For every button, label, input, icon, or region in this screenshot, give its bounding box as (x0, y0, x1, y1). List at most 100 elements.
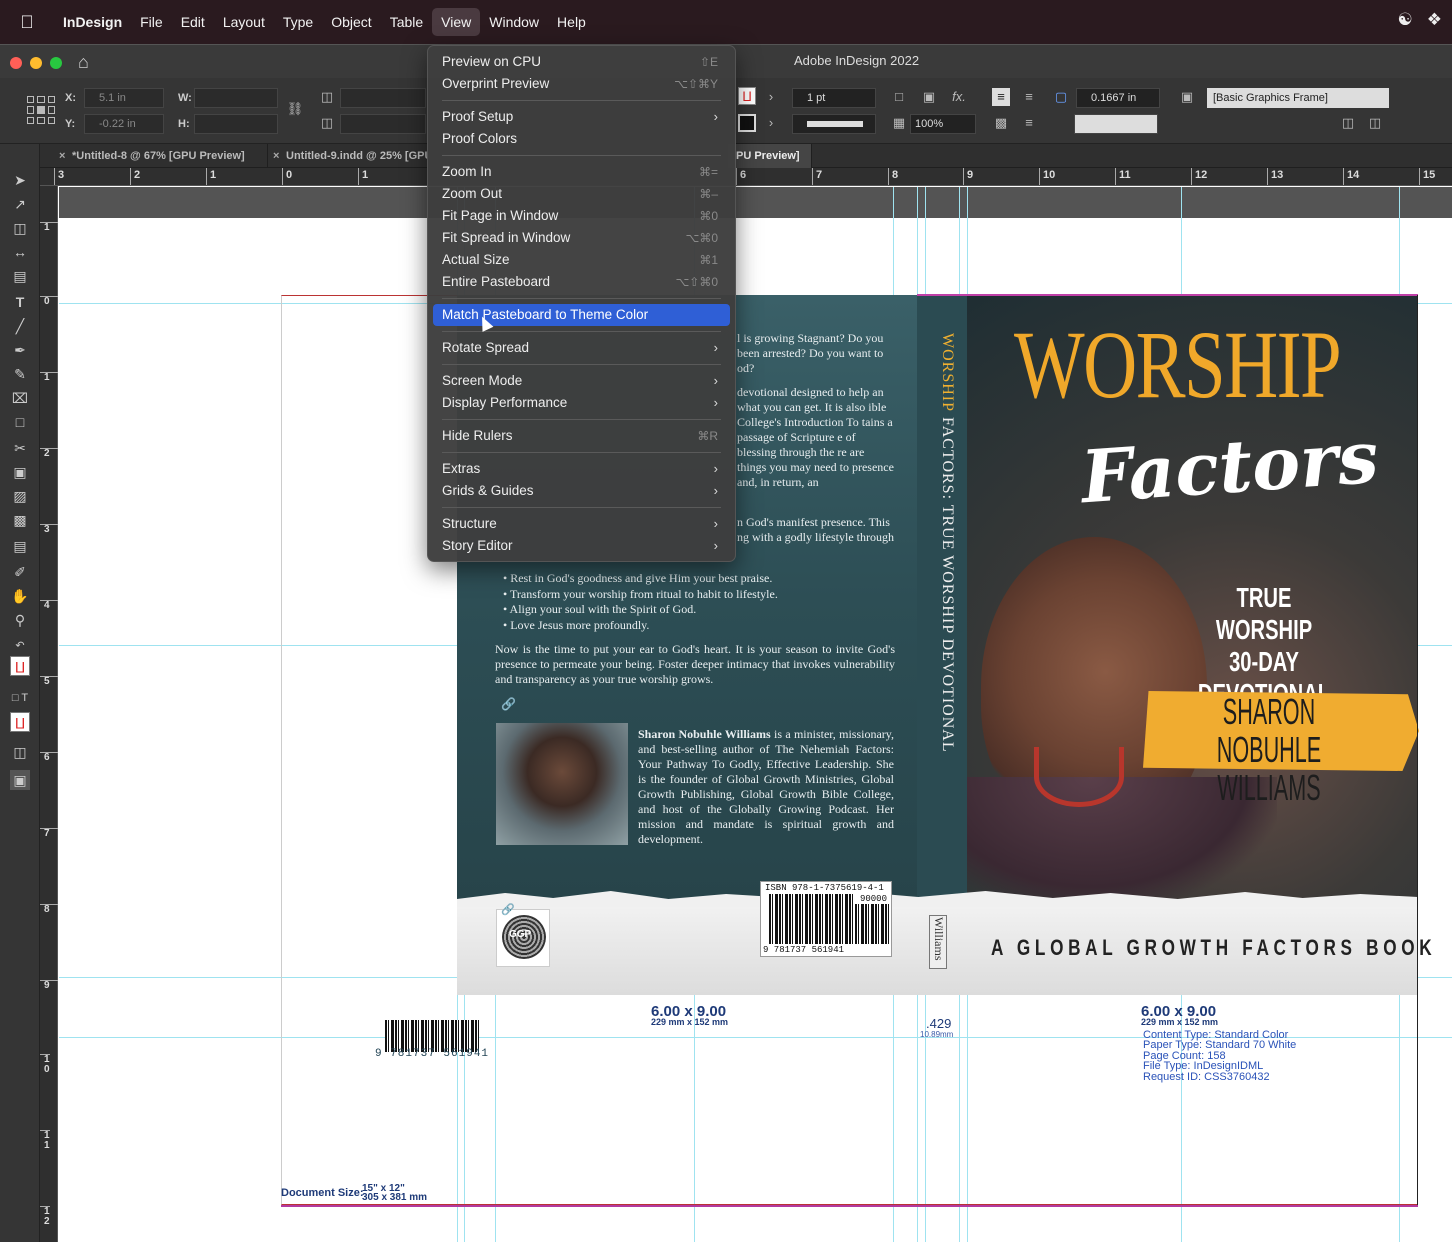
fill-none-icon[interactable]: ⨿ (738, 87, 756, 105)
spine-author[interactable]: Williams (931, 917, 946, 961)
back-cover-text[interactable]: l is growing Stagnant? Do you been arres… (737, 331, 895, 376)
reference-point-grid[interactable] (27, 96, 55, 124)
x-field[interactable]: 5.1 in (84, 88, 164, 108)
menu-object[interactable]: Object (322, 8, 380, 36)
pen-tool-icon[interactable]: ✒ (10, 340, 30, 360)
hand-tool-icon[interactable]: ✋ (10, 586, 30, 606)
wrap-none-icon[interactable]: ≡ (1020, 114, 1038, 132)
menu-item-actual-size[interactable]: Actual Size ⌘1 (433, 249, 730, 271)
menu-item-screen-mode[interactable]: Screen Mode › (433, 370, 730, 392)
default-colors-icon[interactable]: ↶ (10, 636, 30, 656)
menu-help[interactable]: Help (548, 8, 595, 36)
menu-window[interactable]: Window (480, 8, 548, 36)
menu-app-name[interactable]: InDesign (54, 8, 131, 36)
scissors-tool-icon[interactable]: ✂ (10, 438, 30, 458)
zoom-window-button[interactable] (50, 57, 62, 69)
frame-fit-icon[interactable]: □ (890, 88, 908, 106)
corner-shape-field[interactable] (1074, 114, 1158, 134)
menu-item-zoom-in[interactable]: Zoom In ⌘= (433, 161, 730, 183)
object-style-dropdown[interactable]: [Basic Graphics Frame] (1207, 88, 1389, 108)
menu-item-display-performance[interactable]: Display Performance › (433, 392, 730, 414)
opacity-icon[interactable]: ▦ (890, 114, 908, 132)
effects-icon[interactable]: fx. (950, 88, 968, 106)
type-tool-icon[interactable]: T (10, 292, 30, 312)
menu-type[interactable]: Type (274, 8, 322, 36)
offset-field[interactable]: 0.1667 in (1076, 88, 1160, 108)
menu-item-fit-page-in-window[interactable]: Fit Page in Window ⌘0 (433, 205, 730, 227)
opacity-field[interactable]: 100% (910, 114, 976, 134)
gap-tool-icon[interactable]: ↔ (10, 242, 30, 262)
cover-author-name[interactable]: SHARON NOBUHLE WILLIAMS (1197, 693, 1341, 807)
scale-y-icon[interactable]: ◫ (318, 114, 336, 132)
gradient-feather-tool-icon[interactable]: ▩ (10, 510, 30, 530)
menu-item-structure[interactable]: Structure › (433, 513, 730, 535)
menu-item-overprint-preview[interactable]: Overprint Preview ⌥⇧⌘Y (433, 73, 730, 95)
menu-item-story-editor[interactable]: Story Editor › (433, 535, 730, 557)
dropbox-icon[interactable]: ❖ (1427, 10, 1442, 30)
object-style-icon[interactable]: ▣ (1178, 88, 1196, 106)
menu-item-grids-guides[interactable]: Grids & Guides › (433, 480, 730, 502)
publisher-logo[interactable]: GGP (496, 909, 550, 967)
tab-untitled-8[interactable]: × *Untitled-8 @ 67% [GPU Preview] (54, 144, 268, 168)
cover-tagline[interactable]: A GLOBAL GROWTH FACTORS BOOK (991, 935, 1436, 961)
tab-active-document[interactable]: PU Preview] (728, 144, 812, 168)
home-icon[interactable]: ⌂ (78, 52, 89, 73)
quick-apply-icon[interactable]: ◫ (1339, 114, 1357, 132)
constrain-proportions-icon[interactable]: ⛓ (286, 100, 304, 118)
vertical-ruler[interactable]: 1 0 1 2 3 4 5 6 7 8 9 1 0 1 1 1 2 (40, 186, 58, 1242)
zoom-tool-icon[interactable]: ⚲ (10, 610, 30, 630)
frame-corner-icon[interactable]: ▢ (1052, 88, 1070, 106)
h-field[interactable] (194, 114, 278, 134)
stroke-dropdown-icon[interactable]: › (762, 114, 780, 132)
y-field[interactable]: -0.22 in (84, 114, 164, 134)
cover-title-worship[interactable]: WORSHIP (1014, 317, 1342, 413)
apply-none-icon[interactable]: ⨿ (10, 712, 30, 732)
free-transform-tool-icon[interactable]: ▣ (10, 462, 30, 482)
w-field[interactable] (194, 88, 278, 108)
shadow-icon[interactable]: ▣ (920, 88, 938, 106)
pencil-tool-icon[interactable]: ✎ (10, 364, 30, 384)
note-tool-icon[interactable]: ▤ (10, 536, 30, 556)
content-collector-icon[interactable]: ▤ (10, 266, 30, 286)
fill-stroke-swatch-icon[interactable]: ⨿ (10, 656, 30, 676)
align-icon[interactable]: ≡ (992, 88, 1010, 106)
screen-mode-icon[interactable]: ▣ (10, 770, 30, 790)
gradient-swatch-tool-icon[interactable]: ▨ (10, 486, 30, 506)
horizontal-ruler[interactable]: 3 2 1 0 1 6 7 8 9 10 11 12 13 14 15 (40, 168, 1452, 186)
fill-dropdown-icon[interactable]: › (762, 88, 780, 106)
back-cover-text[interactable]: devotional designed to help an what you … (737, 385, 895, 490)
line-tool-icon[interactable]: ╱ (10, 316, 30, 336)
text-wrap-icon[interactable]: ≡ (1020, 88, 1038, 106)
menu-item-zoom-out[interactable]: Zoom Out ⌘– (433, 183, 730, 205)
direct-selection-tool-icon[interactable]: ↗ (10, 194, 30, 214)
menu-layout[interactable]: Layout (214, 8, 274, 36)
page-tool-icon[interactable]: ◫ (10, 218, 30, 238)
scale-x-field[interactable] (340, 88, 426, 108)
menu-item-hide-rulers[interactable]: Hide Rulers ⌘R (433, 425, 730, 447)
stroke-swatch-icon[interactable] (738, 114, 756, 132)
rectangle-frame-tool-icon[interactable]: ⌧ (10, 388, 30, 408)
menu-item-rotate-spread[interactable]: Rotate Spread › (433, 337, 730, 359)
menu-edit[interactable]: Edit (172, 8, 214, 36)
scale-y-field[interactable] (340, 114, 426, 134)
stroke-weight-field[interactable]: 1 pt (792, 88, 876, 108)
author-bio[interactable]: Sharon Nobuhle Williams is a minister, m… (638, 727, 894, 847)
tab-untitled-9[interactable]: ×Untitled-9.indd @ 25% [GPU Preview] (268, 144, 428, 168)
menu-item-extras[interactable]: Extras › (433, 458, 730, 480)
creative-cloud-icon[interactable]: ☯ (1398, 10, 1413, 30)
wrap-options-icon[interactable]: ▩ (992, 114, 1010, 132)
formatting-container-icon[interactable]: □ T (10, 688, 30, 708)
back-cover-bullets[interactable]: Rest in God's goodness and give Him your… (497, 571, 778, 633)
close-window-button[interactable] (10, 57, 22, 69)
author-photo[interactable] (496, 723, 628, 845)
menu-item-proof-setup[interactable]: Proof Setup › (433, 106, 730, 128)
menu-file[interactable]: File (131, 8, 172, 36)
apple-icon[interactable]:  (0, 12, 54, 33)
stroke-type-field[interactable] (792, 114, 876, 134)
view-mode-icon[interactable]: ◫ (10, 742, 30, 762)
minimize-window-button[interactable] (30, 57, 42, 69)
panel-menu-icon[interactable]: ◫ (1366, 114, 1384, 132)
menu-table[interactable]: Table (381, 8, 432, 36)
back-cover-text[interactable]: Now is the time to put your ear to God's… (495, 642, 895, 687)
scale-x-icon[interactable]: ◫ (318, 88, 336, 106)
